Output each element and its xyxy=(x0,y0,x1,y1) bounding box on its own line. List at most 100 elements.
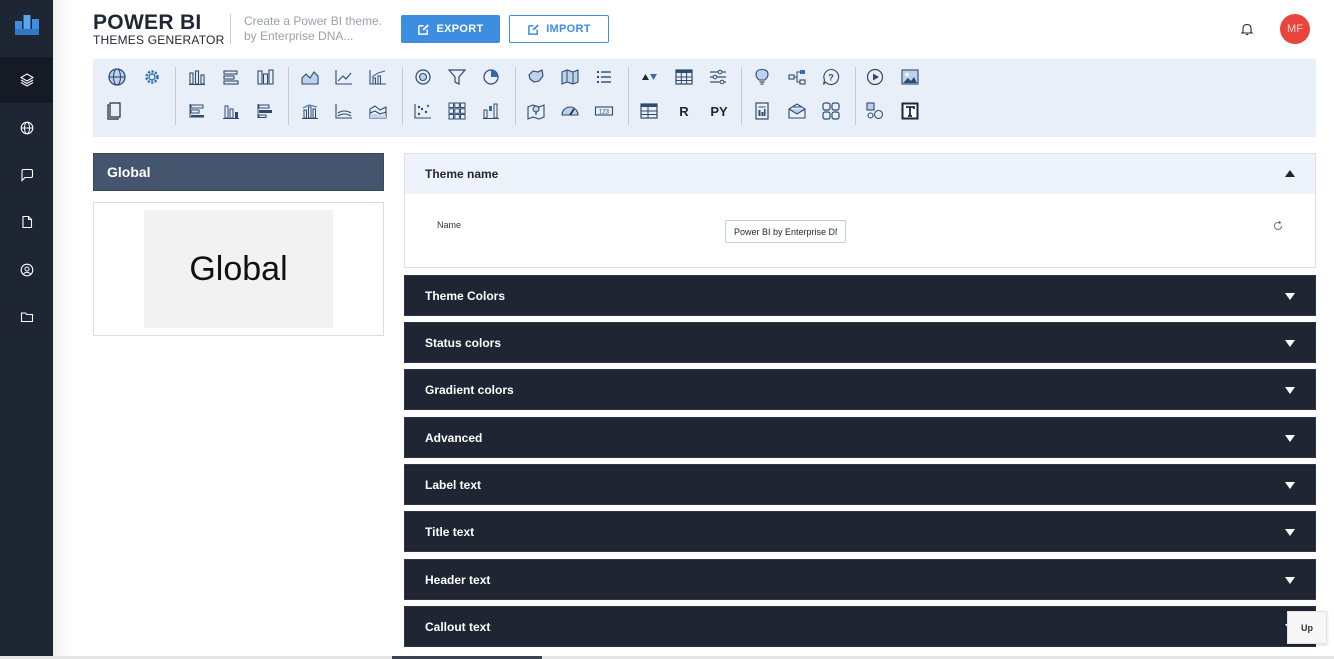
caret-down-icon xyxy=(1285,435,1295,442)
line-chart-icon[interactable] xyxy=(333,66,355,88)
toolbar-separator xyxy=(741,67,742,125)
globe-icon xyxy=(20,121,33,135)
list-slicer-icon[interactable] xyxy=(593,66,615,88)
section-title-text[interactable]: Title text xyxy=(404,511,1316,552)
multi-card-icon[interactable] xyxy=(820,100,842,122)
stacked-column-icon[interactable] xyxy=(186,66,208,88)
global-preview: Global xyxy=(144,210,333,328)
import-button[interactable]: IMPORT xyxy=(509,15,609,43)
toolbar-separator xyxy=(288,67,289,125)
matrix-grid-icon[interactable] xyxy=(446,100,468,122)
section-label: Title text xyxy=(425,524,475,539)
funnel-icon[interactable] xyxy=(446,66,468,88)
preview-card: Global xyxy=(93,202,384,336)
gauge-icon[interactable] xyxy=(559,100,581,122)
stacked-area-icon[interactable] xyxy=(367,100,389,122)
toolbar-separator xyxy=(628,67,629,125)
scroll-up-button[interactable]: Up xyxy=(1287,611,1327,644)
caret-up-icon xyxy=(1285,170,1295,177)
python-script-icon[interactable]: PY xyxy=(707,100,731,122)
r-script-icon[interactable]: R xyxy=(673,100,695,122)
brand-title: POWER BI xyxy=(93,11,202,34)
image-icon[interactable] xyxy=(899,66,921,88)
section-advanced[interactable]: Advanced xyxy=(404,417,1316,458)
line-and-column-icon[interactable] xyxy=(367,66,389,88)
section-status-colors[interactable]: Status colors xyxy=(404,322,1316,363)
decomposition-tree-icon[interactable] xyxy=(786,66,808,88)
left-rail xyxy=(0,0,53,659)
caret-down-icon xyxy=(1285,340,1295,347)
tagline-line-1: Create a Power BI theme. xyxy=(244,14,383,28)
theme-name-input[interactable] xyxy=(725,220,846,243)
rail-layers[interactable] xyxy=(0,57,53,103)
section-theme-colors[interactable]: Theme Colors xyxy=(404,275,1316,316)
theme-name-section: Theme name Name xyxy=(404,153,1316,268)
svg-text:123: 123 xyxy=(599,110,610,116)
section-label: Label text xyxy=(425,477,482,492)
app-logo-icon[interactable] xyxy=(14,11,40,37)
rail-chat[interactable] xyxy=(0,152,53,198)
section-header-text[interactable]: Header text xyxy=(404,559,1316,600)
section-label: Advanced xyxy=(425,430,483,445)
line-clustered-column-icon[interactable] xyxy=(299,100,321,122)
paginated-report-icon[interactable] xyxy=(751,100,773,122)
edit-box-icon xyxy=(418,23,430,35)
settings-gear-icon[interactable] xyxy=(141,66,163,88)
100-stacked-column-icon[interactable] xyxy=(220,100,242,122)
area-chart-icon[interactable] xyxy=(299,66,321,88)
section-callout-text[interactable]: Callout text xyxy=(404,606,1316,647)
folder-icon xyxy=(20,312,33,323)
export-button[interactable]: EXPORT xyxy=(401,15,500,43)
user-circle-icon xyxy=(20,263,33,277)
toolbar-separator xyxy=(402,67,403,125)
card-123-icon[interactable]: 123 xyxy=(593,100,615,122)
clustered-bar-icon[interactable] xyxy=(254,100,276,122)
donut-chart-icon[interactable] xyxy=(412,66,434,88)
kpi-arrows-icon[interactable] xyxy=(638,66,660,88)
qna-bubble-icon[interactable]: ? xyxy=(820,66,842,88)
rail-user[interactable] xyxy=(0,247,53,293)
slider-settings-icon[interactable] xyxy=(707,66,729,88)
section-label: Header text xyxy=(425,572,491,587)
section-gradient-colors[interactable]: Gradient colors xyxy=(404,369,1316,410)
section-label: Theme Colors xyxy=(425,288,506,303)
table-icon[interactable] xyxy=(638,100,660,122)
tagline: Create a Power BI theme. by Enterprise D… xyxy=(244,14,382,44)
global-panel-heading[interactable]: Global xyxy=(93,153,384,191)
document-icon xyxy=(21,215,32,229)
azure-map-icon[interactable] xyxy=(525,100,547,122)
waterfall-chart-icon[interactable] xyxy=(480,100,502,122)
100-stacked-bar-icon[interactable] xyxy=(186,100,208,122)
caret-down-icon xyxy=(1285,529,1295,536)
toolbar-separator xyxy=(515,67,516,125)
section-label: Gradient colors xyxy=(425,382,514,397)
rail-folder[interactable] xyxy=(0,294,53,340)
clustered-column-icon[interactable] xyxy=(254,66,276,88)
name-field-label: Name xyxy=(437,220,462,230)
scatter-chart-icon[interactable] xyxy=(412,100,434,122)
rail-document[interactable] xyxy=(0,199,53,245)
theme-name-header[interactable]: Theme name xyxy=(405,154,1315,194)
theme-name-title: Theme name xyxy=(425,167,499,181)
ribbon-chart-icon[interactable] xyxy=(333,100,355,122)
filled-map-icon[interactable] xyxy=(525,66,547,88)
map-icon[interactable] xyxy=(559,66,581,88)
caret-down-icon xyxy=(1285,577,1295,584)
section-label-text[interactable]: Label text xyxy=(404,464,1316,505)
reset-icon[interactable] xyxy=(1272,220,1284,232)
smart-narrative-icon[interactable] xyxy=(786,100,808,122)
stacked-bar-icon[interactable] xyxy=(220,66,242,88)
play-axis-icon[interactable] xyxy=(864,66,886,88)
copy-page-icon[interactable] xyxy=(104,100,126,122)
lightbulb-icon[interactable] xyxy=(751,66,773,88)
avatar[interactable]: MF xyxy=(1280,14,1310,44)
section-label: Callout text xyxy=(425,619,491,634)
shapes-icon[interactable] xyxy=(864,100,886,122)
text-box-icon[interactable] xyxy=(899,100,921,122)
bell-icon[interactable] xyxy=(1240,22,1254,36)
chat-icon xyxy=(20,168,33,182)
rail-globe[interactable] xyxy=(0,105,53,151)
pie-chart-icon[interactable] xyxy=(480,66,502,88)
table-grid-icon[interactable] xyxy=(673,66,695,88)
global-theme-icon[interactable] xyxy=(106,66,128,88)
